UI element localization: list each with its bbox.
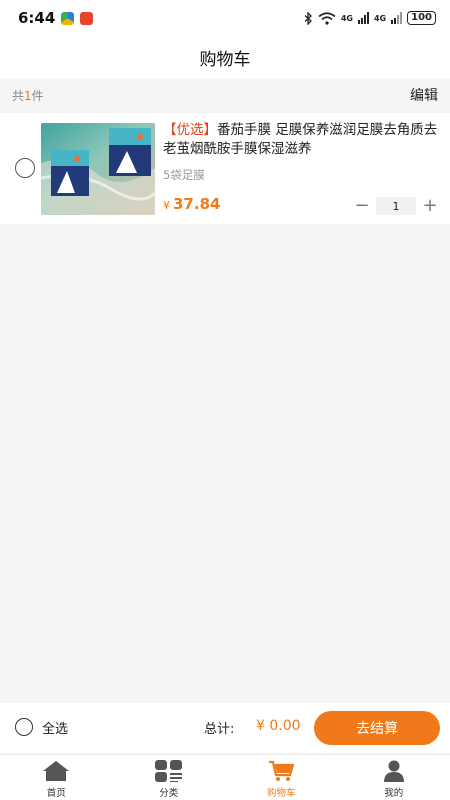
network-type-2: 4G [373, 13, 387, 23]
cart-count: 共1件 [12, 88, 44, 103]
status-bar: 6:44 4G 4G 100 [0, 0, 450, 36]
bottom-tab-bar: 首页 分类 购物车 我的 [0, 754, 450, 800]
tab-cart[interactable]: 购物车 [225, 755, 338, 800]
tab-label: 分类 [159, 788, 179, 799]
select-all-label[interactable]: 全选 [42, 718, 68, 737]
product-image[interactable] [41, 123, 155, 215]
network-type-1: 4G [340, 13, 353, 23]
app-notification-icon [61, 11, 75, 25]
quantity-input[interactable]: 1 [376, 197, 416, 215]
checkout-bar: 全选 总计: ¥ 0.00 去结算 [0, 703, 450, 753]
title-bar: 购物车 [0, 36, 450, 78]
page-title: 购物车 [199, 49, 251, 70]
decrease-quantity-button[interactable]: − [351, 195, 373, 217]
product-price: ¥ 37.84 [163, 195, 220, 213]
tab-label: 首页 [46, 788, 66, 799]
status-time: 6:44 [18, 9, 56, 27]
category-icon [154, 759, 184, 783]
tab-home[interactable]: 首页 [0, 755, 113, 800]
tab-label: 购物车 [266, 788, 296, 799]
tab-label: 我的 [384, 788, 404, 799]
bluetooth-icon [304, 11, 312, 25]
product-tag: 【优选】 [163, 122, 217, 138]
user-icon [379, 759, 409, 783]
battery-icon: 100 [407, 11, 436, 25]
shop-notification-icon [80, 11, 94, 25]
select-all-radio[interactable] [15, 718, 33, 736]
currency-symbol: ¥ [163, 199, 170, 212]
signal-icon-2 [391, 12, 403, 24]
cart-count-bar: 共1件 编辑 [0, 78, 450, 112]
wifi-icon [318, 11, 336, 25]
product-spec[interactable]: 5袋足膜 [163, 167, 205, 183]
quantity-stepper: − 1 + [351, 195, 441, 217]
edit-button[interactable]: 编辑 [410, 85, 438, 105]
signal-icon [357, 12, 369, 24]
product-title[interactable]: 【优选】番茄手膜 足膜保养滋润足膜去角质去老茧烟酰胺手膜保湿滋养 [163, 121, 441, 159]
total-amount: ¥ 0.00 [256, 718, 301, 734]
increase-quantity-button[interactable]: + [419, 195, 441, 217]
price-value: 37.84 [173, 195, 221, 213]
checkout-button[interactable]: 去结算 [314, 711, 440, 745]
tab-category[interactable]: 分类 [113, 755, 226, 800]
item-select-radio[interactable] [15, 158, 35, 178]
tab-profile[interactable]: 我的 [338, 755, 450, 800]
cart-item[interactable]: 【优选】番茄手膜 足膜保养滋润足膜去角质去老茧烟酰胺手膜保湿滋养 5袋足膜 ¥ … [0, 113, 450, 224]
cart-icon [266, 759, 296, 783]
home-icon [41, 759, 71, 783]
total-label: 总计: [204, 722, 235, 737]
